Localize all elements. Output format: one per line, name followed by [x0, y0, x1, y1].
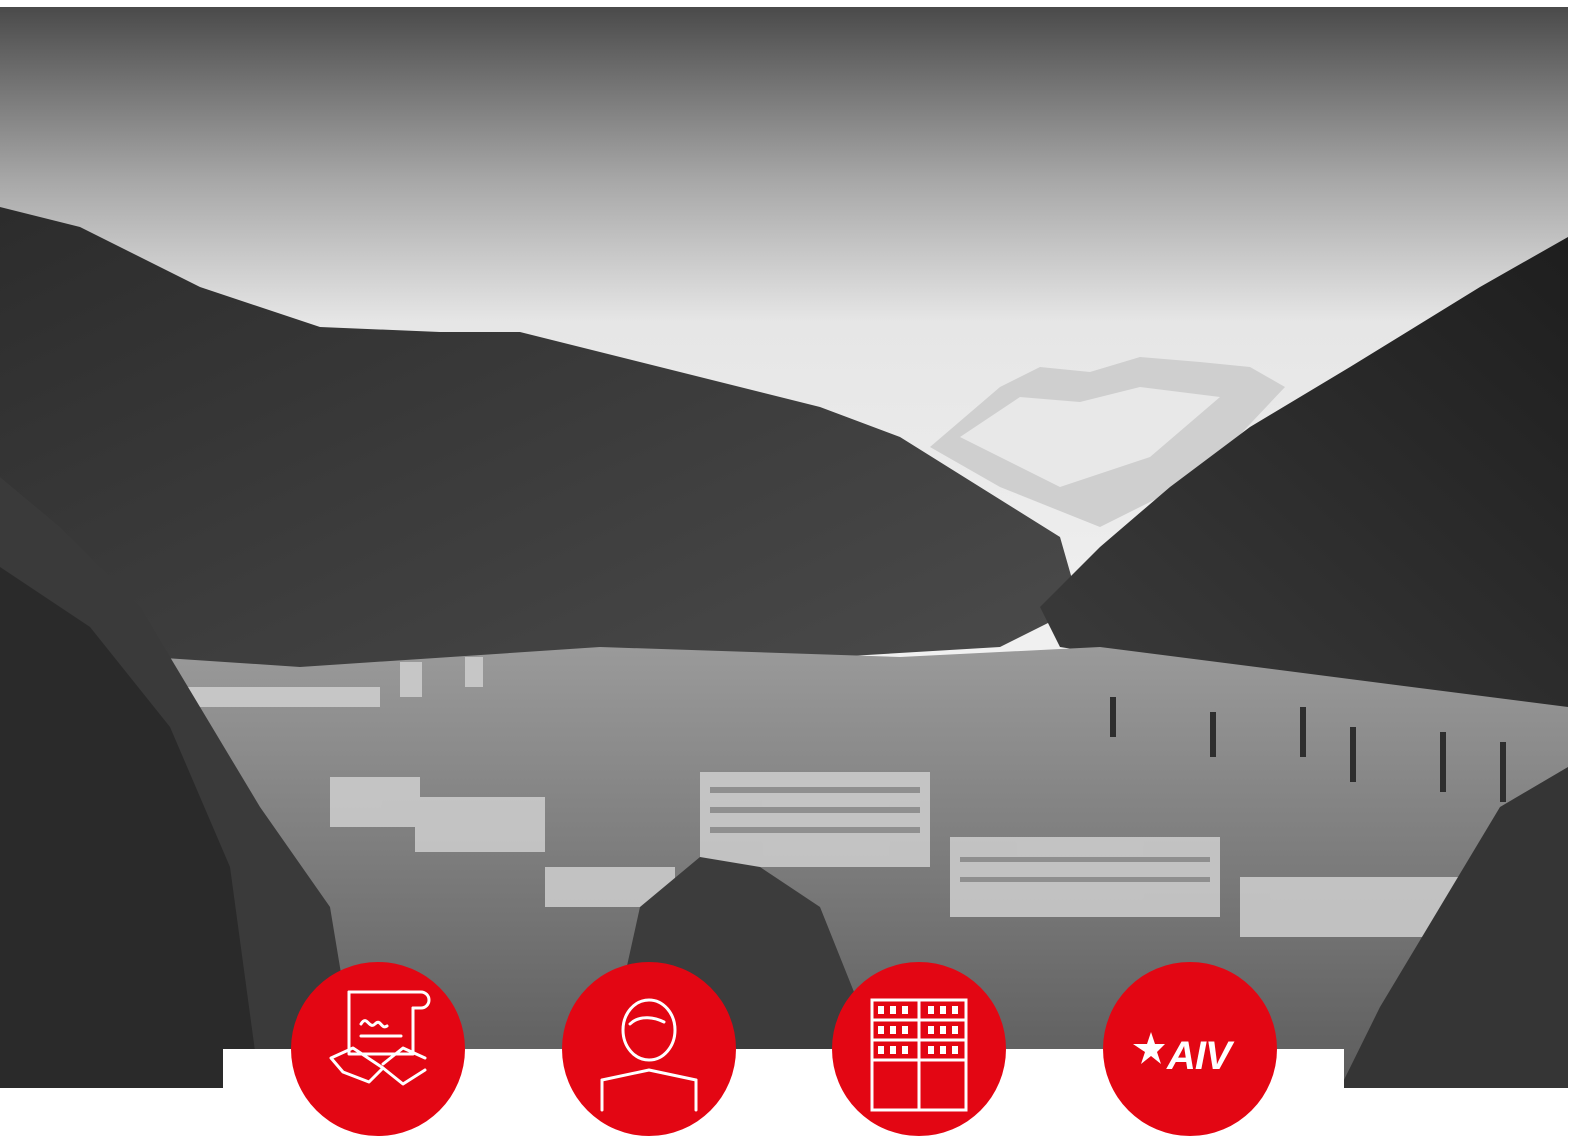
contract-handshake-icon [329, 990, 431, 1086]
valley-landscape-image [0, 7, 1568, 1088]
feature-contracts-button[interactable] [291, 962, 465, 1136]
hero-photo [0, 7, 1568, 1088]
building-facade-icon [870, 998, 968, 1112]
feature-aiv-button[interactable]: AIV [1103, 962, 1277, 1136]
feature-real-estate-button[interactable] [832, 962, 1006, 1136]
person-reading-icon [600, 998, 698, 1112]
aiv-logo-text: AIV [1167, 1034, 1232, 1078]
feature-consulting-button[interactable] [562, 962, 736, 1136]
